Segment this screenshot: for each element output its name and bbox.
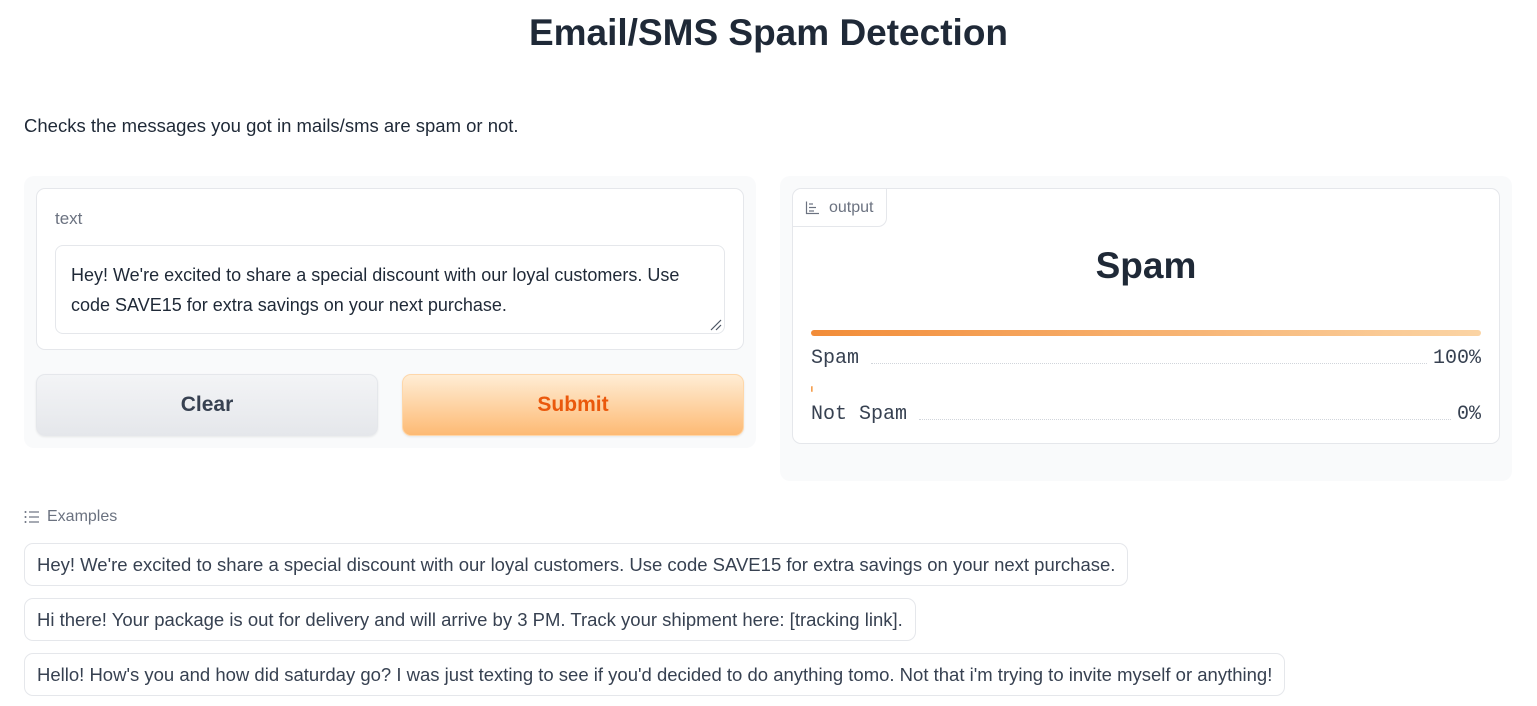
confidence-row-spam: Spam 100%	[811, 330, 1481, 370]
clear-button[interactable]: Clear	[36, 374, 378, 436]
output-tag: output	[793, 189, 888, 227]
app-page: Email/SMS Spam Detection Checks the mess…	[0, 0, 1537, 706]
submit-button[interactable]: Submit	[402, 374, 744, 436]
dotted-leader	[871, 363, 1427, 364]
confidence-label: Spam	[811, 347, 860, 370]
resize-handle-icon[interactable]	[710, 319, 722, 331]
output-panel: output Spam Spam 100% Not Spam 0%	[780, 176, 1512, 481]
confidence-label: Not Spam	[811, 403, 908, 426]
example-item[interactable]: Hello! How's you and how did saturday go…	[24, 653, 1286, 696]
example-item[interactable]: Hey! We're excited to share a special di…	[24, 543, 1129, 586]
example-item[interactable]: Hi there! Your package is out for delive…	[24, 598, 916, 641]
confidence-line: Spam 100%	[811, 346, 1481, 370]
confidence-percent: 0%	[1456, 403, 1481, 426]
text-input[interactable]: Hey! We're excited to share a special di…	[55, 245, 725, 334]
predicted-label: Spam	[1095, 245, 1197, 286]
bar-chart-icon	[805, 201, 819, 214]
list-icon	[24, 511, 39, 523]
examples-header: Examples	[24, 508, 117, 526]
confidence-percent: 100%	[1432, 347, 1481, 370]
examples-heading: Examples	[47, 508, 118, 525]
confidence-line: Not Spam 0%	[811, 402, 1481, 426]
confidence-bar	[811, 386, 813, 392]
page-title: Email/SMS Spam Detection	[528, 12, 1009, 53]
input-panel: text Hey! We're excited to share a speci…	[24, 176, 756, 448]
confidence-row-not-spam: Not Spam 0%	[811, 386, 1481, 426]
dotted-leader	[919, 419, 1451, 420]
text-input-block: text Hey! We're excited to share a speci…	[36, 188, 744, 350]
page-description: Checks the messages you got in mails/sms…	[24, 115, 519, 136]
output-tag-label: output	[829, 198, 874, 216]
text-input-label: text	[55, 209, 83, 228]
output-block: output Spam Spam 100% Not Spam 0%	[792, 188, 1500, 444]
confidence-bar	[811, 330, 1481, 336]
